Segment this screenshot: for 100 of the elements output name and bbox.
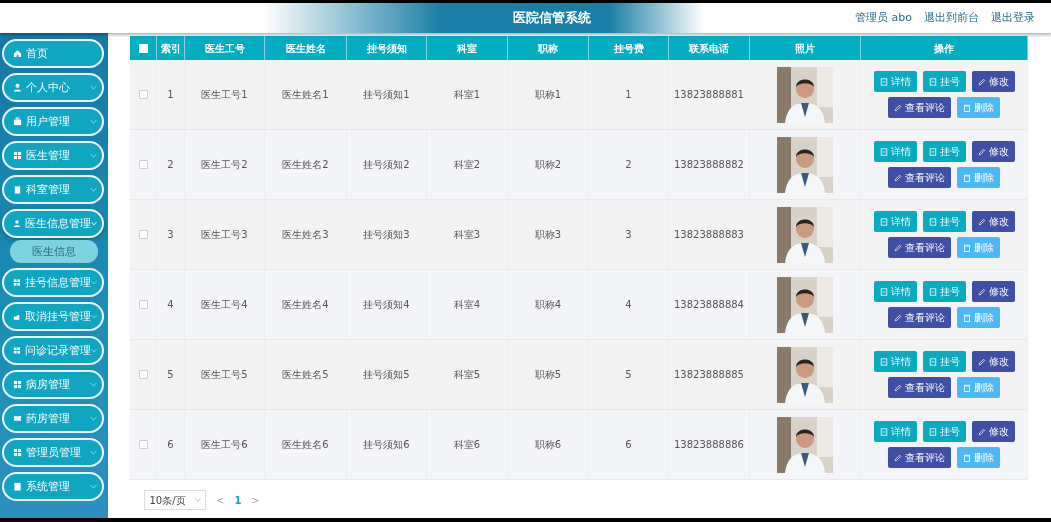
- action-button[interactable]: 删除: [957, 447, 1000, 468]
- table-cell: 医生工号4: [185, 270, 265, 340]
- book-icon: [13, 482, 22, 491]
- action-button[interactable]: 修改: [971, 351, 1015, 372]
- pencil-icon: [894, 103, 902, 112]
- document-icon: [879, 357, 888, 366]
- sidebar-item[interactable]: 问诊记录管理: [2, 336, 104, 365]
- sidebar-item[interactable]: 医生信息管理: [2, 209, 104, 238]
- table-cell: 3: [589, 200, 669, 270]
- action-button[interactable]: 查看评论: [888, 447, 951, 468]
- row-checkbox[interactable]: [138, 90, 148, 99]
- column-header: 操作: [861, 36, 1028, 60]
- action-button[interactable]: 删除: [957, 167, 1000, 188]
- action-button[interactable]: 修改: [971, 141, 1015, 162]
- sidebar-item[interactable]: 个人中心: [2, 73, 104, 102]
- sidebar-item[interactable]: 病房管理: [2, 370, 104, 399]
- action-button[interactable]: 修改: [971, 211, 1015, 232]
- page-size-select[interactable]: 10条/页: [144, 490, 206, 511]
- action-button[interactable]: 修改: [971, 421, 1015, 442]
- grid-icon: [13, 380, 22, 389]
- chevron-icon: [90, 314, 97, 319]
- action-button[interactable]: 挂号: [922, 351, 966, 372]
- action-button[interactable]: 删除: [957, 377, 1000, 398]
- sidebar-item[interactable]: 管理员管理: [2, 438, 104, 467]
- table-cell: 13823888885: [669, 340, 750, 410]
- sidebar-item[interactable]: 取消挂号管理: [2, 302, 104, 331]
- action-button[interactable]: 详情: [873, 421, 917, 442]
- action-button[interactable]: 查看评论: [888, 97, 951, 118]
- table-cell: 科室2: [427, 130, 508, 200]
- action-button[interactable]: 修改: [971, 71, 1015, 92]
- clipboard-icon: [13, 185, 22, 194]
- select-all-checkbox[interactable]: [138, 43, 148, 53]
- row-checkbox[interactable]: [138, 440, 148, 449]
- row-checkbox[interactable]: [138, 300, 148, 309]
- table-cell: 医生姓名6: [265, 410, 347, 480]
- column-header: 医生姓名: [265, 36, 347, 60]
- action-button[interactable]: 挂号: [922, 211, 966, 232]
- chevron-icon: [90, 280, 97, 285]
- header-link[interactable]: 退出登录: [991, 9, 1035, 27]
- action-button[interactable]: 详情: [873, 281, 917, 302]
- action-button[interactable]: 删除: [957, 237, 1000, 258]
- table-cell: 科室3: [427, 200, 508, 270]
- document-icon: [879, 427, 888, 436]
- action-button[interactable]: 挂号: [922, 281, 966, 302]
- action-button[interactable]: 详情: [873, 351, 917, 372]
- sidebar-item[interactable]: 挂号信息管理: [2, 268, 104, 297]
- action-button[interactable]: 删除: [957, 97, 1000, 118]
- next-page-button[interactable]: >: [251, 492, 260, 508]
- table-cell: 6: [589, 410, 669, 480]
- action-button[interactable]: 详情: [873, 141, 917, 162]
- grid-icon: [13, 278, 21, 287]
- action-button[interactable]: 修改: [971, 281, 1015, 302]
- header-link[interactable]: 管理员 abo: [855, 9, 912, 27]
- sidebar-item[interactable]: 首页: [2, 39, 104, 68]
- pencil-icon: [977, 147, 986, 156]
- action-button[interactable]: 查看评论: [888, 237, 951, 258]
- table-cell: 2: [589, 130, 669, 200]
- user-icon: [13, 219, 21, 228]
- action-button[interactable]: 详情: [873, 71, 917, 92]
- action-button[interactable]: 挂号: [922, 141, 966, 162]
- submenu-item[interactable]: 医生信息: [10, 240, 98, 263]
- column-header: 职称: [508, 36, 589, 60]
- trash-icon: [963, 103, 971, 112]
- table-cell: 医生姓名1: [265, 60, 347, 130]
- chevron-icon: [90, 450, 97, 455]
- chevron-icon: [90, 416, 97, 421]
- action-button[interactable]: 删除: [957, 307, 1000, 328]
- sidebar-item[interactable]: 系统管理: [2, 472, 104, 501]
- table-cell: 科室6: [427, 410, 508, 480]
- action-button[interactable]: 挂号: [922, 421, 966, 442]
- document-icon: [879, 77, 888, 86]
- row-checkbox[interactable]: [138, 160, 148, 169]
- app-title: 医院信管系统: [511, 9, 591, 28]
- table-cell: 科室4: [427, 270, 508, 340]
- pencil-icon: [894, 383, 902, 392]
- row-checkbox[interactable]: [138, 370, 148, 379]
- row-checkbox[interactable]: [138, 230, 148, 239]
- sidebar-item[interactable]: 用户管理: [2, 107, 104, 136]
- action-button[interactable]: 查看评论: [888, 307, 951, 328]
- action-button[interactable]: 挂号: [922, 71, 966, 92]
- table-cell: 医生工号1: [185, 60, 265, 130]
- column-header: 联系电话: [669, 36, 750, 60]
- table-cell: 医生工号6: [185, 410, 265, 480]
- action-button[interactable]: 详情: [873, 211, 917, 232]
- action-button[interactable]: 查看评论: [888, 167, 951, 188]
- document-icon: [928, 357, 937, 366]
- prev-page-button[interactable]: <: [216, 492, 225, 508]
- sidebar-item[interactable]: 医生管理: [2, 141, 104, 170]
- action-button[interactable]: 查看评论: [888, 377, 951, 398]
- table-cell: 1: [157, 60, 185, 130]
- sidebar-item[interactable]: 科室管理: [2, 175, 104, 204]
- sidebar-item[interactable]: 药房管理: [2, 404, 104, 433]
- table-cell: 3: [157, 200, 185, 270]
- page-button[interactable]: 1: [234, 492, 242, 508]
- pencil-icon: [977, 287, 986, 296]
- table-cell: 挂号须知1: [347, 60, 427, 130]
- document-icon: [928, 217, 937, 226]
- table-cell: 职称2: [508, 130, 589, 200]
- header-link[interactable]: 退出到前台: [924, 9, 979, 27]
- document-icon: [879, 287, 888, 296]
